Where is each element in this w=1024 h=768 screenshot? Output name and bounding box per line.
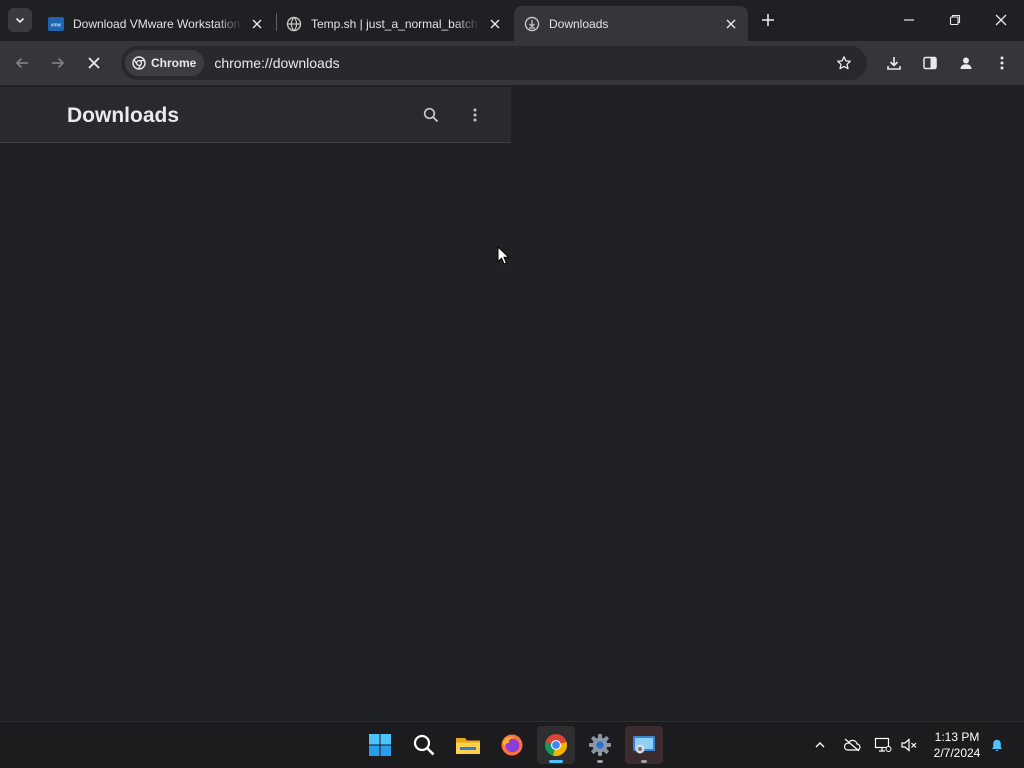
minimize-button[interactable] (886, 0, 932, 40)
tab-close-icon[interactable] (722, 15, 740, 33)
svg-text:vmw: vmw (51, 22, 62, 28)
site-info-chip[interactable]: Chrome (125, 50, 205, 76)
tab-vmware[interactable]: vmw Download VMware Workstation (38, 6, 274, 41)
firefox-icon (501, 734, 523, 756)
clock-time: 1:13 PM (934, 730, 980, 744)
close-icon (88, 57, 100, 69)
restore-icon (949, 14, 961, 26)
volume-tray-icon[interactable] (898, 734, 920, 756)
network-tray-icon[interactable] (872, 734, 894, 756)
chrome-logo-icon (131, 55, 147, 71)
back-button[interactable] (8, 49, 36, 77)
running-app-indicator (641, 760, 647, 763)
search-icon (423, 107, 439, 123)
tab-downloads[interactable]: Downloads (514, 6, 748, 41)
forward-button[interactable] (44, 49, 72, 77)
arrow-right-icon (52, 57, 65, 69)
search-downloads-button[interactable] (419, 103, 443, 127)
search-taskbar-button[interactable] (405, 726, 443, 764)
chip-label: Chrome (151, 56, 197, 70)
tab-search-button[interactable] (8, 8, 32, 32)
remote-app-button[interactable] (625, 726, 663, 764)
tab-title: Download VMware Workstation (73, 16, 241, 31)
profile-button[interactable] (952, 49, 980, 77)
restore-button[interactable] (932, 0, 978, 40)
chrome-taskbar-button[interactable] (537, 726, 575, 764)
address-bar[interactable]: Chrome chrome://downloads (121, 46, 867, 80)
chrome-icon (545, 734, 567, 756)
onedrive-tray-icon[interactable] (841, 734, 863, 756)
tab-title: Downloads (549, 16, 609, 31)
network-icon (874, 737, 892, 752)
close-window-button[interactable] (978, 0, 1024, 40)
show-hidden-icons-button[interactable] (809, 734, 831, 756)
tab-temp-sh[interactable]: Temp.sh | just_a_normal_batch_ (276, 6, 512, 41)
globe-icon (286, 16, 302, 32)
browser-toolbar: Chrome chrome://downloads (0, 41, 1024, 85)
chrome-menu-button[interactable] (988, 49, 1016, 77)
file-explorer-button[interactable] (449, 726, 487, 764)
settings-button[interactable] (581, 726, 619, 764)
active-app-indicator (549, 760, 563, 763)
taskbar: 1:13 PM 2/7/2024 (0, 721, 1024, 768)
vmware-favicon-icon: vmw (48, 16, 64, 32)
system-clock[interactable]: 1:13 PM 2/7/2024 (926, 729, 988, 761)
kebab-menu-icon (1000, 56, 1004, 70)
page-content: Downloads (0, 85, 1024, 721)
tab-strip: vmw Download VMware Workstation Temp.sh … (0, 0, 1024, 41)
url-text[interactable]: chrome://downloads (214, 55, 339, 71)
downloads-header: Downloads (0, 87, 511, 143)
tab-title: Temp.sh | just_a_normal_batch_ (311, 16, 480, 31)
downloads-button[interactable] (880, 49, 908, 77)
download-circle-icon (524, 16, 540, 32)
start-button[interactable] (361, 726, 399, 764)
bookmark-star-button[interactable] (833, 52, 855, 74)
tab-close-icon[interactable] (486, 15, 504, 33)
cloud-off-icon (843, 738, 861, 752)
volume-muted-icon (901, 738, 917, 752)
person-icon (960, 57, 972, 69)
chevron-up-icon (815, 742, 825, 748)
gear-icon (589, 734, 611, 756)
new-tab-button[interactable] (756, 8, 780, 32)
download-icon (887, 57, 901, 70)
plus-icon (762, 14, 774, 26)
star-icon (837, 56, 851, 70)
chevron-down-icon (15, 17, 25, 24)
downloads-menu-button[interactable] (463, 103, 487, 127)
kebab-menu-icon (473, 108, 477, 122)
bell-icon (992, 739, 1002, 752)
minimize-icon (904, 19, 914, 21)
tab-close-icon[interactable] (248, 15, 266, 33)
search-icon (413, 734, 435, 756)
firefox-button[interactable] (493, 726, 531, 764)
notifications-button[interactable] (986, 734, 1008, 756)
stop-loading-button[interactable] (80, 49, 108, 77)
folder-icon (456, 738, 480, 754)
clock-date: 2/7/2024 (933, 746, 981, 760)
running-app-indicator (597, 760, 603, 763)
arrow-left-icon (15, 57, 28, 69)
remote-desktop-icon (633, 736, 655, 754)
close-icon (995, 14, 1007, 26)
side-panel-icon (923, 56, 937, 70)
mouse-cursor-icon (497, 246, 511, 265)
side-panel-button[interactable] (916, 49, 944, 77)
page-title: Downloads (67, 104, 180, 127)
windows-logo-icon (369, 734, 391, 756)
